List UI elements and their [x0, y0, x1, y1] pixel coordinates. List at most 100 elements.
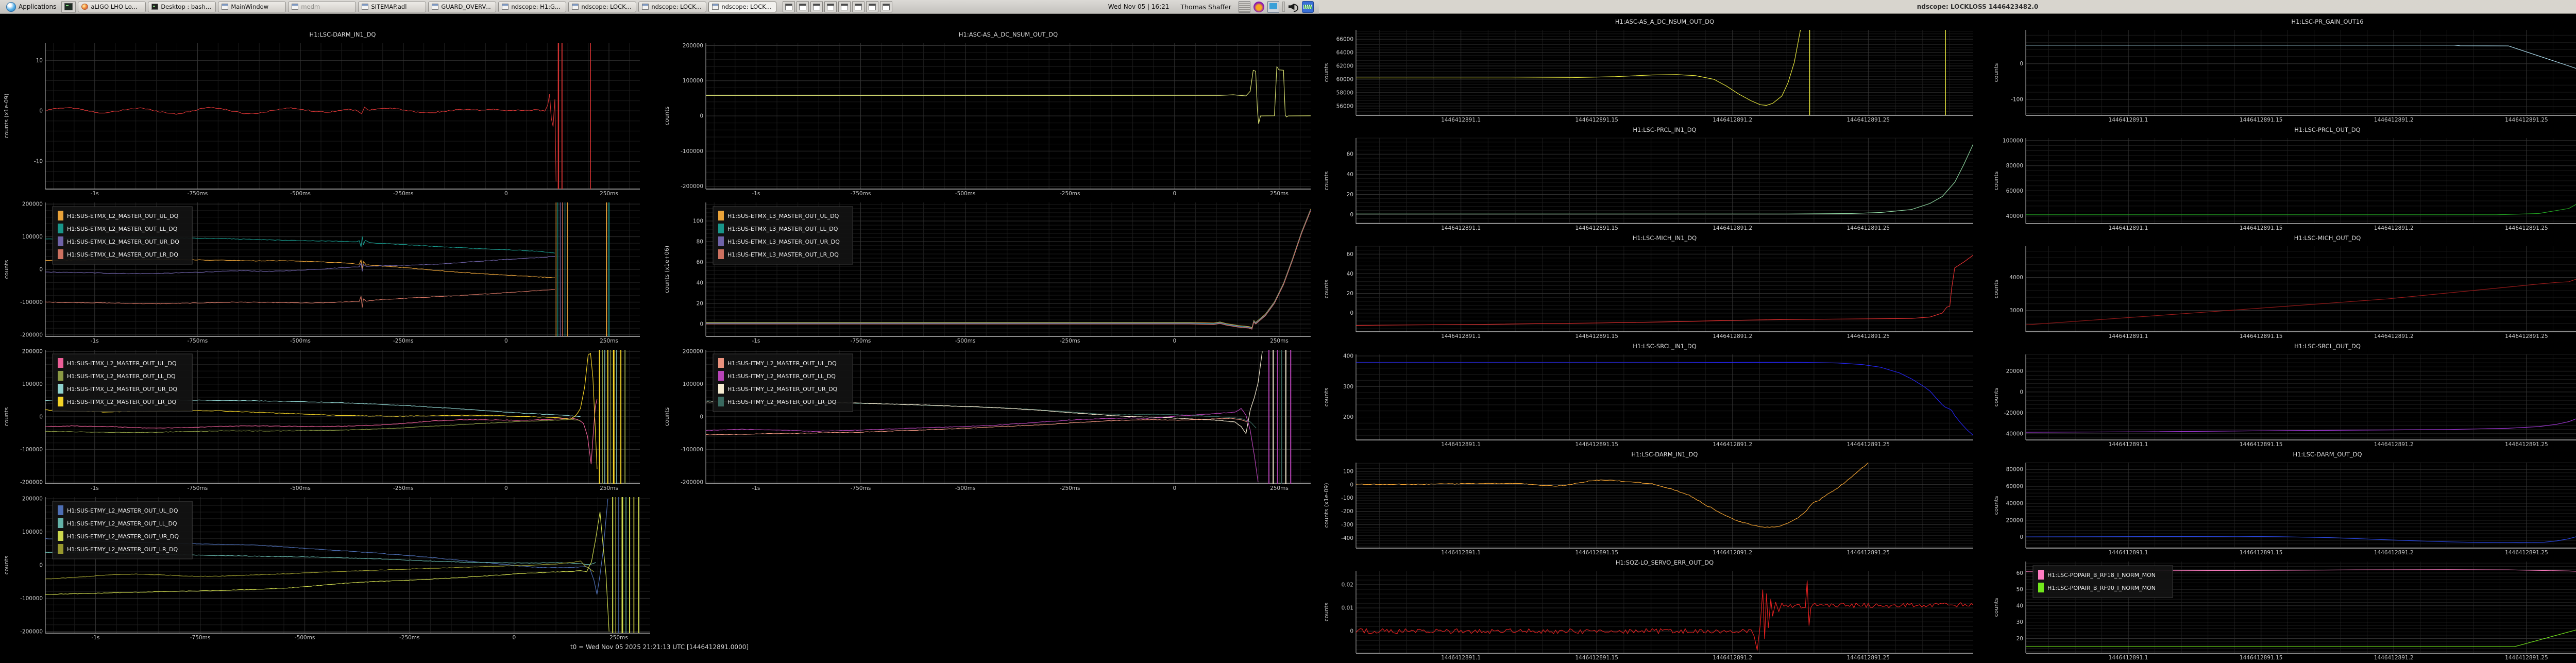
plot-h1-lsc-mich-out-dq[interactable]: 1446412891.11446412891.151446412891.2144…: [1992, 233, 2576, 340]
svg-text:counts: counts: [1993, 171, 1999, 190]
window-icon: [292, 4, 298, 10]
svg-text:H1:SUS-ITMY_L2_MASTER_OUT_UR_D: H1:SUS-ITMY_L2_MASTER_OUT_UR_DQ: [727, 386, 838, 393]
svg-text:H1:ASC-AS_A_DC_NSUM_OUT_DQ: H1:ASC-AS_A_DC_NSUM_OUT_DQ: [1615, 18, 1714, 25]
plot-h1-sus-itmy-l2-master-out[interactable]: -1s-750ms-500ms-250ms0250ms2000001000000…: [663, 346, 1315, 492]
flame-icon[interactable]: [1253, 2, 1264, 12]
plot-h1-lsc-srcl-in1-dq[interactable]: 1446412891.11446412891.151446412891.2144…: [1322, 341, 1977, 448]
task-button[interactable]: SITEMAP.adl: [358, 2, 426, 12]
svg-text:1446412891.1: 1446412891.1: [2109, 441, 2148, 448]
svg-text:1446412891.15: 1446412891.15: [2240, 655, 2283, 661]
svg-text:H1:SQZ-LO_SERVO_ERR_OUT_DQ: H1:SQZ-LO_SERVO_ERR_OUT_DQ: [1616, 559, 1714, 566]
task-button[interactable]: Desktop : bash ...: [148, 2, 216, 12]
svg-text:0: 0: [700, 414, 703, 420]
plot-h1-sqz-lo-servo-err-out-dq[interactable]: 1446412891.11446412891.151446412891.2144…: [1322, 557, 1977, 661]
minimized-window-button[interactable]: [824, 1, 837, 12]
svg-text:H1:LSC-PR_GAIN_OUT16: H1:LSC-PR_GAIN_OUT16: [2291, 18, 2363, 25]
svg-text:1446412891.1: 1446412891.1: [1441, 225, 1481, 231]
task-button[interactable]: aLIGO LHO Lo...: [78, 2, 146, 12]
svg-text:H1:LSC-SRCL_IN1_DQ: H1:LSC-SRCL_IN1_DQ: [1633, 343, 1697, 350]
plot-h1-asc-as-a-dc-nsum-out-dq-zoom[interactable]: 1446412891.11446412891.151446412891.2144…: [1322, 16, 1977, 124]
svg-text:50: 50: [2016, 587, 2023, 593]
svg-text:20000: 20000: [2006, 517, 2023, 523]
applications-menu-button[interactable]: Applications: [3, 1, 59, 13]
plot-h1-lsc-popair-norm-mon[interactable]: 1446412891.11446412891.151446412891.2144…: [1992, 557, 2576, 661]
task-button[interactable]: ndscope: LOCK...: [708, 2, 776, 12]
task-button[interactable]: ndscope: LOCK...: [568, 2, 636, 12]
plot-h1-lsc-darm-in1-dq[interactable]: -1s-750ms-500ms-250ms0250ms100-10H1:LSC-…: [2, 29, 644, 197]
terminal-launcher-button[interactable]: [61, 1, 76, 13]
plot-h1-lsc-prcl-out-dq[interactable]: 1446412891.11446412891.151446412891.2144…: [1992, 125, 2576, 232]
svg-text:200000: 200000: [22, 201, 43, 208]
minimized-window-button[interactable]: [810, 1, 823, 12]
plot-h1-lsc-srcl-out-dq[interactable]: 1446412891.11446412891.151446412891.2144…: [1992, 341, 2576, 448]
user-name: Thomas Shaffer: [1181, 3, 1232, 11]
plot-h1-sus-itmx-l2-master-out[interactable]: -1s-750ms-500ms-250ms0250ms2000001000000…: [2, 346, 644, 492]
plot-h1-lsc-darm-in1-dq-zoom[interactable]: 1446412891.11446412891.151446412891.2144…: [1322, 449, 1977, 556]
svg-text:counts: counts: [3, 407, 10, 426]
screenshot-icon[interactable]: [1267, 1, 1279, 13]
svg-text:-1s: -1s: [91, 485, 99, 491]
svg-text:counts (x1e+06): counts (x1e+06): [664, 246, 670, 293]
svg-text:1446412891.1: 1446412891.1: [2109, 117, 2148, 123]
svg-text:40: 40: [1347, 271, 1353, 277]
window-icon: [712, 4, 719, 10]
svg-text:40000: 40000: [2006, 213, 2023, 219]
svg-text:0: 0: [1350, 212, 1353, 218]
task-button[interactable]: medm: [288, 2, 356, 12]
minimized-window-button[interactable]: [866, 1, 878, 12]
svg-text:20: 20: [2016, 636, 2023, 642]
svg-text:1446412891.2: 1446412891.2: [2374, 441, 2414, 448]
svg-text:-300: -300: [1341, 522, 1353, 528]
svg-text:-250ms: -250ms: [393, 485, 414, 491]
calculator-icon[interactable]: [1239, 1, 1250, 13]
minimized-window-button[interactable]: [796, 1, 809, 12]
svg-text:40: 40: [1347, 172, 1353, 178]
svg-text:-200000: -200000: [20, 479, 43, 485]
task-button[interactable]: ndscope: LOCK...: [638, 2, 706, 12]
svg-text:H1:LSC-PRCL_IN1_DQ: H1:LSC-PRCL_IN1_DQ: [1633, 126, 1696, 133]
svg-text:1446412891.25: 1446412891.25: [1847, 117, 1890, 123]
volume-icon[interactable]: [1288, 2, 1299, 12]
svg-text:1446412891.1: 1446412891.1: [2109, 655, 2148, 661]
minimized-window-button[interactable]: [783, 1, 795, 12]
task-button[interactable]: GUARD_OVERV...: [428, 2, 496, 12]
svg-text:250ms: 250ms: [600, 485, 618, 491]
plot-h1-sus-etmx-l2-master-out[interactable]: -1s-750ms-500ms-250ms0250ms2000001000000…: [2, 198, 644, 345]
svg-text:-200: -200: [1341, 508, 1353, 515]
task-button[interactable]: ndscope: H1:G...: [498, 2, 566, 12]
svg-text:-1s: -1s: [91, 191, 99, 197]
svg-text:40000: 40000: [2006, 500, 2023, 506]
plot-h1-asc-as-a-dc-nsum-out-dq[interactable]: -1s-750ms-500ms-250ms0250ms2000001000000…: [663, 29, 1315, 197]
minimized-window-button[interactable]: [852, 1, 865, 12]
plot-h1-sus-etmy-l2-master-out[interactable]: -1s-750ms-500ms-250ms0250ms2000001000000…: [2, 493, 654, 641]
plot-h1-lsc-darm-out-dq[interactable]: 1446412891.11446412891.151446412891.2144…: [1992, 449, 2576, 556]
svg-text:counts (x1e-09): counts (x1e-09): [1323, 483, 1330, 528]
svg-text:1446412891.2: 1446412891.2: [1713, 225, 1752, 231]
svg-text:1446412891.25: 1446412891.25: [1847, 333, 1890, 339]
svg-text:-100000: -100000: [681, 447, 703, 453]
monitor-icon[interactable]: [1302, 1, 1314, 13]
svg-text:80: 80: [697, 239, 703, 245]
task-button[interactable]: MainWindow: [218, 2, 286, 12]
ndscope-left-window: -1s-750ms-500ms-250ms0250ms100-10H1:LSC-…: [0, 14, 1319, 663]
svg-text:counts: counts: [1993, 387, 1999, 406]
svg-text:1446412891.1: 1446412891.1: [1441, 333, 1481, 339]
plot-h1-sus-etmx-l3-master-out[interactable]: -1s-750ms-500ms-250ms0250ms100806040200c…: [663, 198, 1315, 345]
svg-text:100000: 100000: [683, 78, 703, 84]
svg-text:H1:SUS-ETMX_L3_MASTER_OUT_LR_D: H1:SUS-ETMX_L3_MASTER_OUT_LR_DQ: [727, 251, 839, 258]
svg-text:200: 200: [1343, 414, 1353, 420]
plot-h1-lsc-mich-in1-dq[interactable]: 1446412891.11446412891.151446412891.2144…: [1322, 233, 1977, 340]
svg-text:-500ms: -500ms: [955, 485, 976, 491]
svg-text:250ms: 250ms: [1270, 485, 1289, 491]
svg-text:1446412891.1: 1446412891.1: [2109, 225, 2148, 231]
plot-h1-lsc-prcl-in1-dq[interactable]: 1446412891.11446412891.151446412891.2144…: [1322, 125, 1977, 232]
minimized-window-button[interactable]: [838, 1, 851, 12]
svg-text:H1:SUS-ETMX_L2_MASTER_OUT_LR_D: H1:SUS-ETMX_L2_MASTER_OUT_LR_DQ: [67, 251, 178, 258]
svg-text:-10: -10: [34, 159, 43, 165]
svg-text:1446412891.25: 1446412891.25: [2505, 117, 2548, 123]
window-title: ndscope: LOCKLOSS 1446423482.0: [1319, 3, 2576, 10]
svg-text:counts: counts: [1323, 279, 1330, 298]
system-tray: [1239, 1, 1314, 13]
minimized-window-button[interactable]: [880, 1, 892, 12]
plot-h1-lsc-pr-gain-out16[interactable]: 1446412891.11446412891.151446412891.2144…: [1992, 16, 2576, 124]
